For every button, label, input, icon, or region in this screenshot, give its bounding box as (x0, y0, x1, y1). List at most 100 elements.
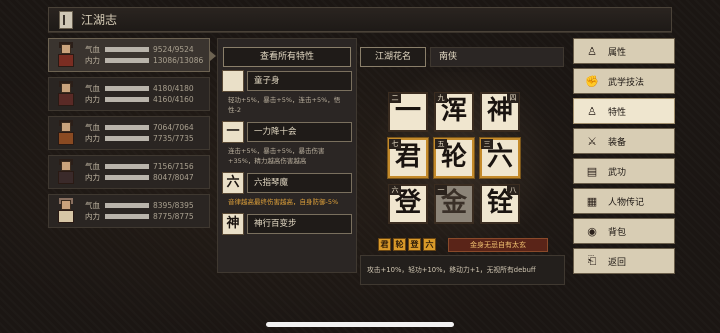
grid-tile[interactable]: 君 七 (388, 138, 428, 178)
qi-value: 7064/7064 (153, 123, 194, 132)
tile-number: 一 (435, 185, 447, 195)
menu-item[interactable]: ⎗ 返回 (573, 248, 675, 274)
trait-item[interactable]: 童子身 轻功+5%，暴击+5%，连击+5%，悟性-2 (222, 70, 352, 121)
neili-label: 内力 (85, 56, 100, 65)
qi-bar (105, 125, 149, 130)
neili-bar (105, 58, 149, 63)
neili-value: 8047/8047 (153, 173, 194, 182)
menu-item-label: 特性 (608, 107, 627, 118)
combo-effect: 攻击+10%，轻功+10%，移动力+1，无视所有debuff (360, 255, 565, 285)
menu-item-label: 装备 (608, 137, 627, 148)
page-title: 江湖志 (81, 13, 118, 27)
menu-item[interactable]: ▤ 武功 (573, 158, 675, 184)
neili-bar (105, 175, 149, 180)
qi-label: 气血 (85, 123, 100, 132)
trait-item[interactable]: 六 六指琴魔 音律越高最终伤害越高，自身防御-5% (222, 172, 352, 213)
divider (48, 32, 672, 33)
bag-icon: ◉ (587, 224, 597, 238)
trait-description: 连击+5%，暴击+5%，暴击伤害+35%，精力越高伤害越高 (228, 147, 325, 165)
tile-number: 二 (389, 93, 401, 103)
qi-bar (105, 164, 149, 169)
trait-glyph: 六 (222, 172, 244, 194)
grid-tile[interactable]: 轮 五 (434, 138, 474, 178)
character-list: 气血 9524/9524 内力 13086/13086 气血 4180/4180… (48, 38, 216, 233)
exit-icon: ⎗ (587, 254, 597, 267)
combo-badge: 轮 (393, 238, 406, 251)
grid-tile[interactable]: 铨 八 (480, 184, 520, 224)
neili-value: 8775/8775 (153, 212, 194, 221)
qi-value: 4180/4180 (153, 84, 194, 93)
menu-item[interactable]: ♙ 属性 (573, 38, 675, 64)
qi-value: 7156/7156 (153, 162, 194, 171)
grid-tile[interactable]: 浑 九 (434, 92, 474, 132)
character-row[interactable]: 气血 7064/7064 内力 7735/7735 (48, 116, 210, 150)
menu-item[interactable]: ⚔ 装备 (573, 128, 675, 154)
trait-icon: ♙ (587, 104, 597, 118)
home-indicator[interactable] (266, 322, 454, 327)
trait-description: 音律越高最终伤害越高，自身防御-5% (228, 198, 339, 206)
menu-item-label: 武功 (608, 167, 627, 178)
trait-glyph: 神 (222, 213, 244, 235)
avatar (55, 159, 77, 185)
combo-badge: 登 (408, 238, 421, 251)
trait-name: 六指琴魔 (247, 173, 352, 193)
tile-number: 四 (507, 93, 519, 103)
title-bar: 江湖志 (48, 7, 672, 32)
neili-value: 4160/4160 (153, 95, 194, 104)
trait-item[interactable]: 神 神行百变步 (222, 213, 352, 235)
neili-label: 内力 (85, 95, 100, 104)
qi-bar (105, 203, 149, 208)
combo-badges: 君轮登六 (378, 238, 438, 251)
neili-bar (105, 214, 149, 219)
grid-tile[interactable]: 神 四 (480, 92, 520, 132)
journal-icon (59, 10, 73, 29)
qi-value: 8395/8395 (153, 201, 194, 210)
menu-item[interactable]: ▦ 人物传记 (573, 188, 675, 214)
qi-label: 气血 (85, 45, 100, 54)
tile-number: 六 (389, 185, 401, 195)
qi-label: 气血 (85, 201, 100, 210)
menu-item-label: 背包 (608, 227, 627, 238)
martial-arts-icon: ✊ (585, 74, 599, 88)
character-grid: 一 二浑 九神 四君 七轮 五六 三登 六金 一铨 八 (388, 92, 524, 224)
menu-item[interactable]: ♙ 特性 (573, 98, 675, 124)
trait-list[interactable]: 童子身 轻功+5%，暴击+5%，连击+5%，悟性-2 一 一力降十会 连击+5%… (222, 70, 352, 270)
nickname-label: 江湖花名 (360, 47, 426, 67)
grid-tile[interactable]: 六 三 (480, 138, 520, 178)
qi-label: 气血 (85, 84, 100, 93)
combo-title: 金身无忌自有太玄 (448, 238, 548, 252)
grid-tile[interactable]: 登 六 (388, 184, 428, 224)
tile-number: 三 (481, 139, 493, 149)
neili-bar (105, 136, 149, 141)
character-row[interactable]: 气血 7156/7156 内力 8047/8047 (48, 155, 210, 189)
menu-item[interactable]: ◉ 背包 (573, 218, 675, 244)
trait-name: 一力降十会 (247, 122, 352, 142)
tile-number: 八 (507, 185, 519, 195)
tile-number: 五 (435, 139, 447, 149)
sword-icon: ⚔ (587, 134, 597, 148)
person-icon: ♙ (587, 44, 597, 58)
combo-badge: 君 (378, 238, 391, 251)
side-menu: ♙ 属性 ✊ 武学技法 ♙ 特性 ⚔ 装备 ▤ 武功 ▦ 人物传记 ◉ 背包 ⎗ 返回 (573, 38, 675, 278)
trait-glyph (222, 70, 244, 92)
character-row[interactable]: 气血 8395/8395 内力 8775/8775 (48, 194, 210, 228)
qi-bar (105, 86, 149, 91)
scroll-icon: ▤ (586, 164, 598, 178)
neili-value: 7735/7735 (153, 134, 194, 143)
qi-value: 9524/9524 (153, 45, 194, 54)
qi-bar (105, 47, 149, 52)
trait-item[interactable]: 一 一力降十会 连击+5%，暴击+5%，暴击伤害+35%，精力越高伤害越高 (222, 121, 352, 172)
avatar (55, 120, 77, 146)
avatar (55, 198, 77, 224)
neili-label: 内力 (85, 212, 100, 221)
menu-item[interactable]: ✊ 武学技法 (573, 68, 675, 94)
grid-tile[interactable]: 一 二 (388, 92, 428, 132)
trait-glyph: 一 (222, 121, 244, 143)
grid-tile[interactable]: 金 一 (434, 184, 474, 224)
character-row[interactable]: 气血 9524/9524 内力 13086/13086 (48, 38, 216, 72)
character-row[interactable]: 气血 4180/4180 内力 4160/4160 (48, 77, 210, 111)
view-all-traits-button[interactable]: 查看所有特性 (223, 47, 351, 67)
qi-label: 气血 (85, 162, 100, 171)
menu-item-label: 人物传记 (608, 197, 645, 208)
trait-description: 轻功+5%，暴击+5%，连击+5%，悟性-2 (228, 96, 341, 114)
